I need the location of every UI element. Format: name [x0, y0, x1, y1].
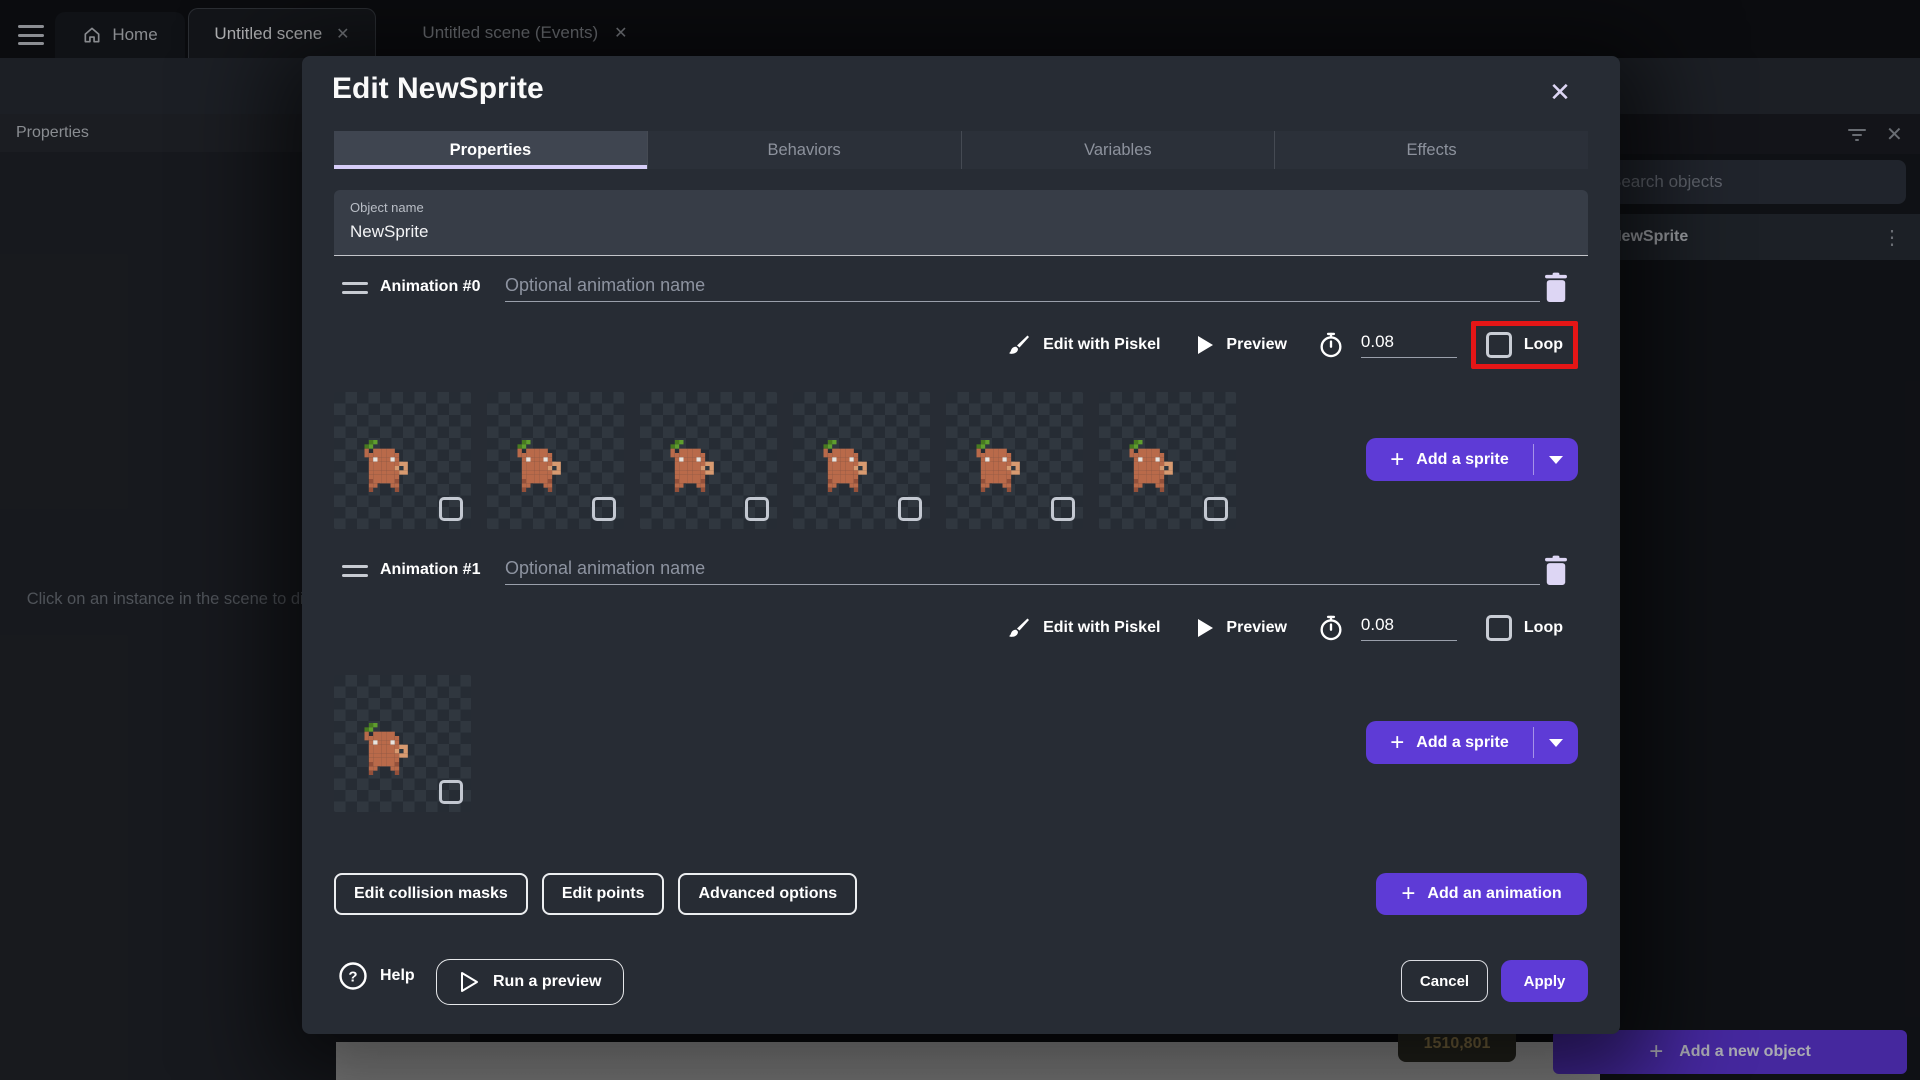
tab-effects[interactable]: Effects: [1275, 131, 1588, 169]
apply-button[interactable]: Apply: [1501, 960, 1588, 1002]
dialog-close-icon[interactable]: ✕: [1542, 74, 1578, 110]
tab-variables[interactable]: Variables: [962, 131, 1276, 169]
sprite-frame[interactable]: [487, 392, 624, 529]
sprite-frame-checkbox[interactable]: [439, 497, 463, 521]
sprite-frame[interactable]: [793, 392, 930, 529]
animation-controls: Edit with Piskel Preview Loop: [702, 321, 1578, 369]
sprite-frame[interactable]: [640, 392, 777, 529]
help-label: Help: [380, 967, 415, 984]
loop-option: Loop: [1471, 604, 1578, 652]
drag-handle-icon[interactable]: [342, 282, 368, 294]
tab-behaviors[interactable]: Behaviors: [648, 131, 962, 169]
time-between-frames-input[interactable]: [1360, 615, 1457, 641]
animation-label: Animation #0: [380, 278, 481, 295]
sprite-frame[interactable]: [334, 392, 471, 529]
play-outline-icon: [459, 971, 479, 993]
play-icon: [1196, 618, 1214, 638]
plus-icon: +: [1390, 728, 1405, 756]
brush-icon: [1007, 333, 1031, 357]
advanced-options-button[interactable]: Advanced options: [678, 873, 858, 915]
sprite-frame-image: [513, 440, 561, 492]
svg-text:?: ?: [348, 969, 357, 986]
brush-icon: [1007, 616, 1031, 640]
loop-checkbox[interactable]: [1485, 332, 1512, 358]
preview-button[interactable]: Preview: [1196, 335, 1287, 355]
add-sprite-button[interactable]: + Add a sprite: [1366, 721, 1578, 764]
object-name-value: NewSprite: [350, 222, 429, 241]
sprite-frame-image: [1125, 440, 1173, 492]
sprite-frame-checkbox[interactable]: [745, 497, 769, 521]
add-animation-label: Add an animation: [1427, 885, 1562, 902]
add-sprite-button[interactable]: + Add a sprite: [1366, 438, 1578, 481]
delete-animation-icon[interactable]: [1542, 272, 1572, 304]
add-sprite-label: Add a sprite: [1416, 733, 1509, 751]
run-preview-button[interactable]: Run a preview: [436, 959, 625, 1005]
sprite-tools-row: Edit collision masks Edit points Advance…: [334, 873, 858, 915]
edit-points-button[interactable]: Edit points: [541, 873, 665, 915]
sprite-frame-checkbox[interactable]: [898, 497, 922, 521]
sprite-frame[interactable]: [1099, 392, 1236, 529]
edit-with-piskel-button[interactable]: Edit with Piskel: [1007, 333, 1160, 357]
animation-label: Animation #1: [380, 561, 481, 578]
drag-handle-icon[interactable]: [342, 565, 368, 577]
animation-controls: Edit with Piskel Preview Loop: [702, 605, 1578, 651]
chevron-down-icon: [1549, 738, 1563, 747]
sprite-frames-strip: [334, 392, 1236, 529]
animation-section: Animation #1 Edit with Piskel Preview: [302, 553, 1620, 853]
time-between-frames-input[interactable]: [1360, 332, 1457, 358]
add-sprite-label: Add a sprite: [1416, 450, 1509, 468]
sprite-frame-image: [666, 440, 714, 492]
sprite-frame-checkbox[interactable]: [439, 780, 463, 804]
edit-sprite-dialog: Edit NewSprite ✕ Properties Behaviors Va…: [302, 56, 1620, 1034]
play-icon: [1196, 335, 1214, 355]
edit-with-piskel-button[interactable]: Edit with Piskel: [1007, 616, 1160, 640]
add-sprite-dropdown[interactable]: [1534, 721, 1578, 764]
edit-collision-masks-button[interactable]: Edit collision masks: [334, 873, 528, 915]
sprite-frame-checkbox[interactable]: [1204, 497, 1228, 521]
dialog-title: Edit NewSprite: [332, 72, 544, 105]
dialog-tab-bar: Properties Behaviors Variables Effects: [334, 131, 1588, 169]
loop-label: Loop: [1523, 619, 1563, 636]
object-name-label: Object name: [350, 200, 424, 215]
animation-name-input[interactable]: [505, 553, 1540, 585]
stopwatch-icon: [1317, 331, 1345, 359]
loop-option: Loop: [1470, 321, 1578, 369]
help-icon: ?: [338, 961, 368, 991]
loop-label: Loop: [1523, 336, 1563, 353]
plus-icon: +: [1401, 880, 1416, 907]
sprite-frames-strip: [334, 675, 471, 812]
chevron-down-icon: [1549, 455, 1563, 464]
stopwatch-icon: [1317, 614, 1345, 642]
sprite-frame-image: [819, 440, 867, 492]
animation-name-input[interactable]: [505, 270, 1540, 302]
sprite-frame-checkbox[interactable]: [592, 497, 616, 521]
add-sprite-dropdown[interactable]: [1534, 438, 1578, 481]
sprite-frame[interactable]: [946, 392, 1083, 529]
sprite-frame-image: [360, 723, 408, 775]
delete-animation-icon[interactable]: [1542, 555, 1572, 587]
help-button[interactable]: ? Help: [338, 961, 415, 991]
plus-icon: +: [1390, 445, 1405, 473]
cancel-button[interactable]: Cancel: [1401, 960, 1488, 1002]
animation-section: Animation #0 Edit with Piskel Preview: [302, 270, 1620, 570]
loop-checkbox[interactable]: [1485, 615, 1512, 641]
sprite-frame-checkbox[interactable]: [1051, 497, 1075, 521]
tab-properties[interactable]: Properties: [334, 131, 648, 169]
preview-button[interactable]: Preview: [1196, 618, 1287, 638]
run-preview-label: Run a preview: [493, 973, 602, 990]
sprite-frame-image: [972, 440, 1020, 492]
object-name-field[interactable]: Object name NewSprite: [334, 190, 1588, 256]
sprite-frame[interactable]: [334, 675, 471, 812]
add-animation-button[interactable]: + Add an animation: [1376, 873, 1587, 915]
sprite-frame-image: [360, 440, 408, 492]
